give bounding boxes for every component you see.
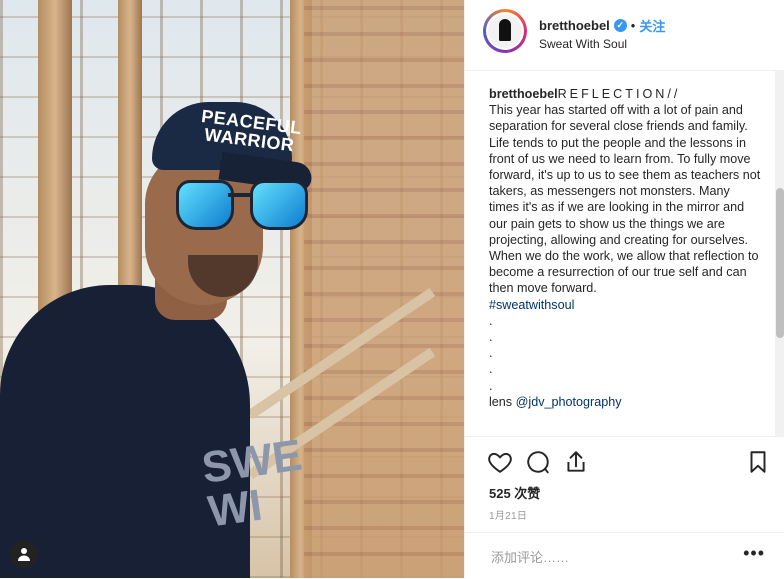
tagged-user-icon[interactable] [10,540,38,568]
username-row: bretthoebel ✓ • 关注 [539,16,665,35]
more-options-button[interactable]: ••• [743,543,765,564]
caption-hashtag[interactable]: #sweatwithsoul [489,298,574,312]
caption-body: This year has started off with a lot of … [489,103,764,296]
verified-badge-icon: ✓ [613,19,627,32]
caption-credit-prefix: lens [489,394,516,409]
separator-dot: • [630,18,636,33]
caption-dots: . . . . . [489,313,493,393]
avatar-figure [499,19,511,41]
comment-icon[interactable] [525,449,551,475]
caption-scroll-thumb[interactable] [776,188,784,338]
post-actions [465,443,784,481]
bookmark-icon[interactable] [745,449,771,475]
avatar-image [488,14,522,48]
instagram-post-modal: SWE WI PEACEFUL WARRIOR bretthoebel ✓ • … [0,0,784,578]
comment-input[interactable] [489,544,723,570]
avatar-inner [486,12,524,50]
username-link[interactable]: bretthoebel [539,18,610,33]
caption-username[interactable]: bretthoebel [489,87,558,101]
caption: bretthoebelREFLECTION// This year has st… [489,86,761,410]
caption-scroll-area[interactable]: bretthoebelREFLECTION// This year has st… [465,70,784,437]
post-date: 1月21日 [489,511,528,522]
location-subtitle[interactable]: Sweat With Soul [539,37,627,51]
share-icon[interactable] [563,449,589,475]
post-photo[interactable]: SWE WI PEACEFUL WARRIOR [0,0,464,578]
caption-credit-handle[interactable]: @jdv_photography [516,395,622,409]
avatar[interactable] [483,9,527,53]
heart-icon[interactable] [487,449,513,475]
photo-wall [304,0,464,578]
like-count[interactable]: 525 次赞 [489,483,540,502]
follow-button[interactable]: 关注 [639,16,665,35]
comment-box: ••• [465,532,784,579]
photo-sunglasses-lens [176,180,234,230]
photo-shirt-text: SWE WI [198,430,306,537]
post-header: bretthoebel ✓ • 关注 Sweat With Soul [465,0,784,71]
post-side-panel: bretthoebel ✓ • 关注 Sweat With Soul brett… [464,0,784,578]
photo-sunglasses-bridge [228,193,252,197]
caption-scrollbar[interactable] [775,70,784,436]
photo-sunglasses-lens [250,180,308,230]
caption-title: REFLECTION// [557,87,681,101]
